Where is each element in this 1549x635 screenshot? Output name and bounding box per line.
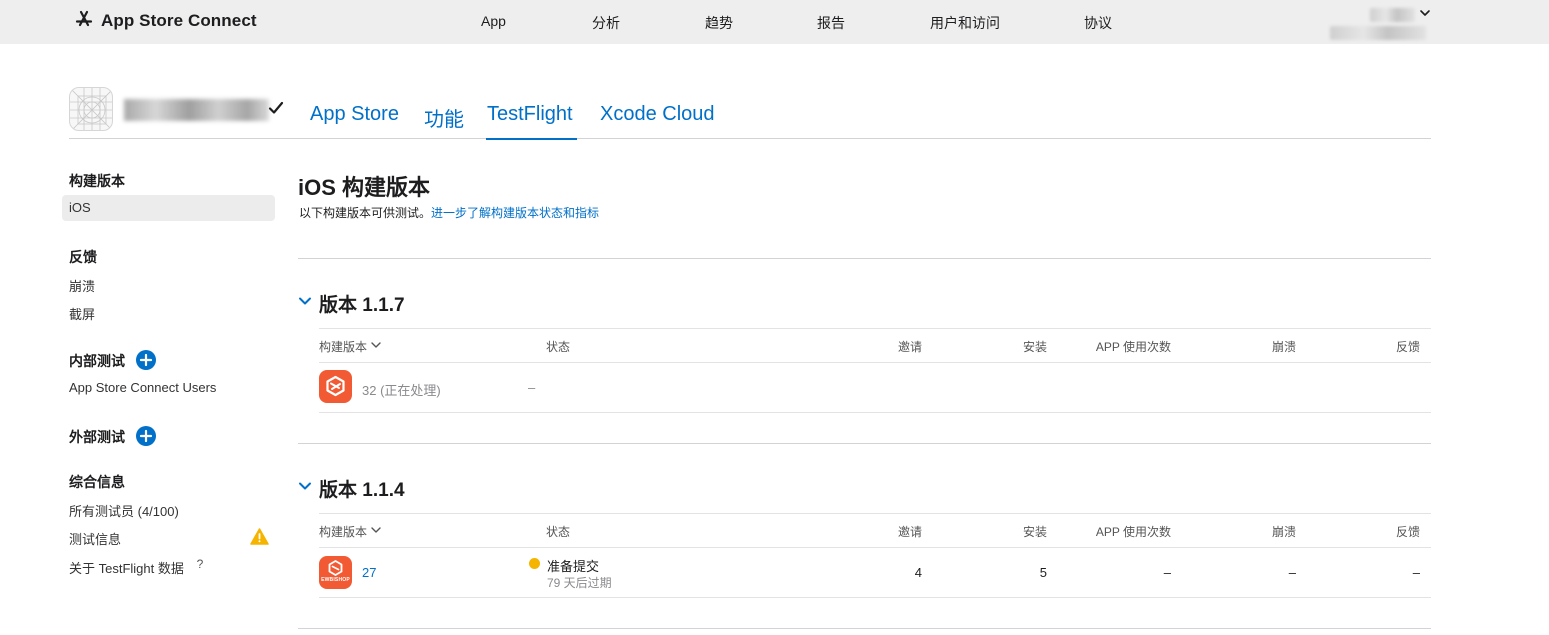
column-header-invites: 邀请 xyxy=(897,340,922,354)
app-icon xyxy=(69,87,113,131)
version-1-1-4-collapse-chevron-icon[interactable] xyxy=(298,479,312,498)
header-divider xyxy=(69,138,1431,139)
add-external-group-button[interactable] xyxy=(136,426,156,446)
sidebar-item-internal-group[interactable]: App Store Connect Users xyxy=(69,380,216,395)
build-app-icon[interactable] xyxy=(319,370,352,403)
warning-icon xyxy=(250,528,269,550)
table-top-rule xyxy=(319,513,1431,514)
account-name-redacted xyxy=(1370,8,1415,22)
nav-app[interactable]: App xyxy=(481,13,506,29)
sidebar-heading-builds: 构建版本 xyxy=(69,173,125,189)
brand-name: App Store Connect xyxy=(101,11,257,30)
top-navigation-bar: App Store Connect App 分析 趋势 报告 用户和访问 协议 xyxy=(0,0,1549,44)
sidebar-item-test-information[interactable]: 测试信息 xyxy=(69,529,121,548)
column-header-installs: 安装 xyxy=(1022,340,1047,354)
column-header-feedback: 反馈 xyxy=(1395,340,1420,354)
app-store-connect-brand[interactable]: App Store Connect xyxy=(74,10,257,32)
chevron-down-icon xyxy=(1419,6,1431,24)
build-status: – xyxy=(528,380,536,395)
build-invites-count: 4 xyxy=(914,565,922,580)
page-subtitle: 以下构建版本可供测试。进一步了解构建版本状态和指标 xyxy=(299,204,599,221)
learn-more-link[interactable]: 进一步了解构建版本状态和指标 xyxy=(431,206,599,220)
section-divider xyxy=(298,628,1431,629)
version-1-1-7-title: 版本 1.1.7 xyxy=(319,295,405,316)
sidebar-item-about-testflight-data[interactable]: 关于 TestFlight 数据 xyxy=(69,558,184,577)
sidebar-heading-external-testing: 外部测试 xyxy=(69,429,125,445)
column-header-invites: 邀请 xyxy=(897,525,922,539)
column-header-crashes: 崩溃 xyxy=(1271,525,1296,539)
build-sessions-count: – xyxy=(1163,565,1171,580)
page-title: iOS 构建版本 xyxy=(298,175,431,200)
sidebar-item-screenshots[interactable]: 截屏 xyxy=(69,304,95,323)
sidebar-heading-feedback: 反馈 xyxy=(69,249,97,265)
table-header-rule xyxy=(319,547,1431,548)
app-switcher-check-icon[interactable] xyxy=(268,100,284,121)
nav-analytics[interactable]: 分析 xyxy=(592,13,620,33)
build-status: 准备提交 xyxy=(547,559,600,574)
column-header-build[interactable]: 构建版本 xyxy=(319,338,382,355)
app-name-redacted xyxy=(124,99,269,121)
column-header-feedback: 反馈 xyxy=(1395,525,1420,539)
column-header-status: 状态 xyxy=(546,340,571,354)
subtitle-text: 以下构建版本可供测试。 xyxy=(299,206,432,220)
nav-trends[interactable]: 趋势 xyxy=(705,13,733,33)
add-internal-group-button[interactable] xyxy=(136,350,156,370)
nav-agreements[interactable]: 协议 xyxy=(1084,13,1112,33)
sidebar-item-ios-selected[interactable] xyxy=(62,195,275,221)
build-expiry: 79 天后过期 xyxy=(547,576,612,590)
sidebar-item-all-testers[interactable]: 所有测试员 (4/100) xyxy=(69,501,179,520)
team-name-redacted xyxy=(1330,26,1426,40)
build-number-link[interactable]: 27 xyxy=(362,565,376,580)
section-divider xyxy=(298,443,1431,444)
column-header-crashes: 崩溃 xyxy=(1271,340,1296,354)
column-header-build-label: 构建版本 xyxy=(319,340,368,354)
status-warning-dot-icon xyxy=(529,558,540,569)
tab-xcode-cloud[interactable]: Xcode Cloud xyxy=(600,103,715,126)
sidebar-item-ios[interactable]: iOS xyxy=(69,200,91,215)
build-app-icon-wordmark: EWBISHOP xyxy=(321,577,350,583)
sidebar-item-crashes[interactable]: 崩溃 xyxy=(69,276,95,295)
nav-reports[interactable]: 报告 xyxy=(817,13,845,33)
column-header-installs: 安装 xyxy=(1022,525,1047,539)
app-store-logo-icon xyxy=(74,9,94,34)
column-header-build[interactable]: 构建版本 xyxy=(319,523,382,540)
account-menu[interactable] xyxy=(1370,6,1431,24)
version-1-1-4-title: 版本 1.1.4 xyxy=(319,480,405,501)
table-row-rule xyxy=(319,597,1431,598)
column-header-status: 状态 xyxy=(546,525,571,539)
column-header-build-label: 构建版本 xyxy=(319,525,368,539)
sidebar-heading-internal-testing: 内部测试 xyxy=(69,353,125,369)
tab-features[interactable]: 功能 xyxy=(424,103,464,132)
section-divider xyxy=(298,258,1431,259)
sort-chevron-down-icon xyxy=(370,524,382,539)
help-icon[interactable]: ? xyxy=(192,556,208,572)
build-crashes-count: – xyxy=(1288,565,1296,580)
sidebar-heading-general-info: 综合信息 xyxy=(69,474,125,490)
build-number-processing: 32 (正在处理) xyxy=(362,383,441,398)
table-top-rule xyxy=(319,328,1431,329)
column-header-sessions: APP 使用次数 xyxy=(1095,340,1171,354)
build-feedback-count: – xyxy=(1412,565,1420,580)
build-app-icon[interactable]: EWBISHOP xyxy=(319,556,352,589)
active-tab-indicator xyxy=(486,138,577,140)
table-header-rule xyxy=(319,362,1431,363)
sort-chevron-down-icon xyxy=(370,339,382,354)
nav-users-and-access[interactable]: 用户和访问 xyxy=(930,13,1000,33)
version-1-1-7-collapse-chevron-icon[interactable] xyxy=(298,294,312,313)
tab-testflight[interactable]: TestFlight xyxy=(487,103,573,126)
column-header-sessions: APP 使用次数 xyxy=(1095,525,1171,539)
tab-app-store[interactable]: App Store xyxy=(310,103,399,126)
table-row-rule xyxy=(319,412,1431,413)
build-installs-count: 5 xyxy=(1039,565,1047,580)
